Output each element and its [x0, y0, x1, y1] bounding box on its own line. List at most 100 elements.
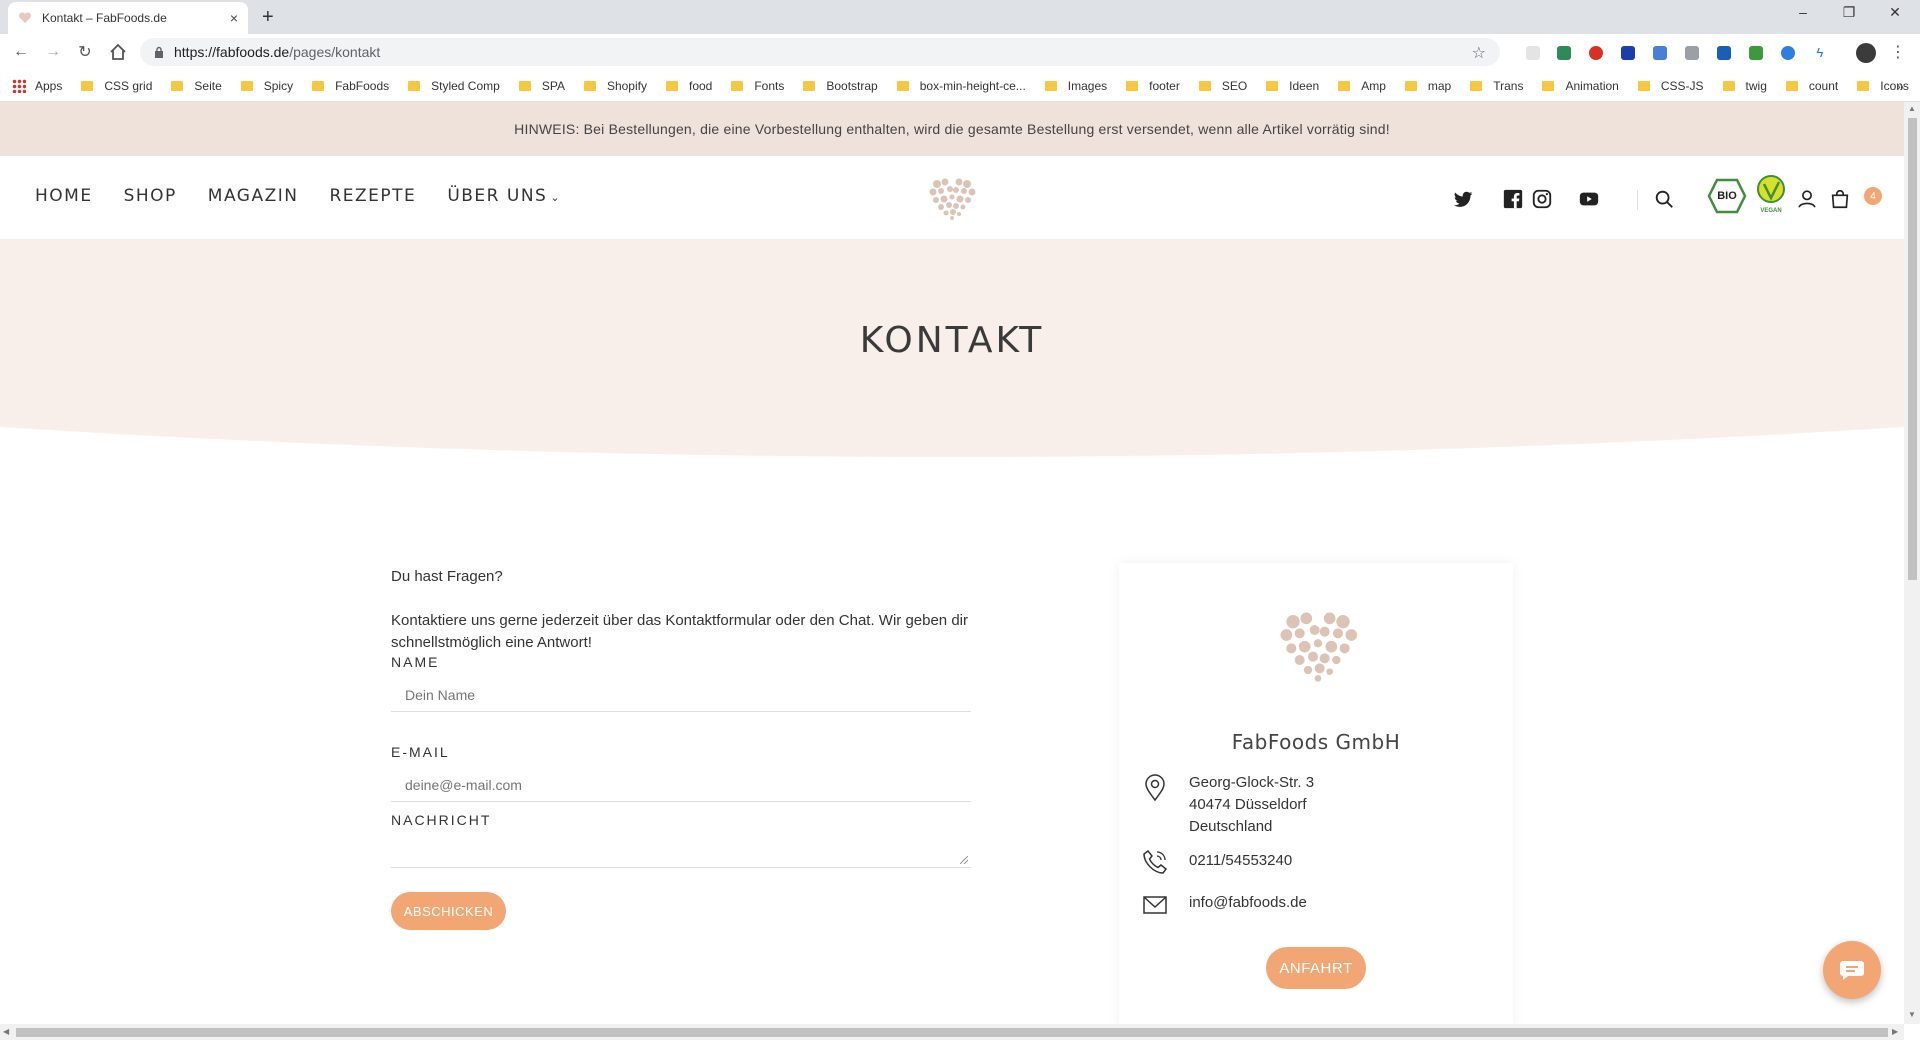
bookmark-label: Fonts [754, 78, 785, 93]
bookmark-apps[interactable]: Apps [12, 78, 62, 93]
cart-count-badge[interactable]: 4 [1864, 187, 1882, 205]
browser-tab[interactable]: Kontakt – FabFoods.de × [8, 2, 248, 34]
scroll-right-icon[interactable]: ▶ [1892, 1027, 1898, 1036]
facebook-icon[interactable] [1502, 188, 1524, 210]
bookmark-star-icon[interactable]: ☆ [1472, 43, 1486, 63]
nav-ueber-uns[interactable]: ÜBER UNS ⌄ [447, 186, 561, 206]
nav-shop[interactable]: SHOP [124, 186, 177, 206]
fabfoods-heart-logo[interactable] [925, 174, 979, 222]
bookmark-folder[interactable]: food [665, 79, 712, 93]
bookmark-folder[interactable]: Seite [171, 79, 222, 93]
twitter-icon[interactable] [1452, 188, 1474, 210]
bookmark-folder[interactable]: Fonts [731, 79, 784, 93]
bookmark-folder[interactable]: box-min-height-ce... [896, 79, 1026, 93]
scroll-down-icon[interactable]: ▼ [1908, 1010, 1916, 1019]
folder-icon [1338, 80, 1351, 91]
company-email[interactable]: info@fabfoods.de [1189, 892, 1307, 914]
company-card: FabFoods GmbH Georg-Glock-Str. 3 40474 D… [1119, 563, 1513, 1024]
bookmark-folder[interactable]: footer [1126, 79, 1180, 93]
horizontal-scroll-thumb[interactable] [16, 1028, 1888, 1037]
location-pin-icon [1145, 774, 1165, 802]
extension-icon[interactable] [1653, 46, 1667, 60]
bookmark-label: footer [1149, 78, 1180, 93]
route-button[interactable]: ANFAHRT [1266, 947, 1366, 989]
youtube-icon[interactable] [1578, 188, 1600, 210]
bookmark-folder[interactable]: CSS grid [81, 79, 152, 93]
bookmark-label: CSS grid [104, 78, 153, 93]
bookmark-folder[interactable]: FabFoods [312, 79, 389, 93]
minimize-icon[interactable]: – [1780, 4, 1826, 20]
bookmark-folder[interactable]: Trans [1470, 79, 1523, 93]
back-icon[interactable]: ← [11, 42, 31, 62]
extension-icon[interactable] [1621, 46, 1635, 60]
folder-icon [1044, 80, 1057, 91]
instagram-icon[interactable] [1531, 188, 1553, 210]
scroll-up-icon[interactable]: ▲ [1908, 104, 1916, 113]
bookmark-folder[interactable]: Images [1044, 79, 1107, 93]
bookmark-folder[interactable]: Styled Comp [408, 79, 500, 93]
bookmark-folder[interactable]: SPA [518, 79, 565, 93]
cart-icon[interactable] [1829, 188, 1851, 210]
lightning-extension-icon[interactable]: ϟ [1813, 46, 1827, 60]
bookmark-label: Ideen [1289, 78, 1320, 93]
bookmark-folder[interactable]: Amp [1338, 79, 1386, 93]
svg-text:BIO: BIO [1717, 190, 1737, 202]
bookmark-folder[interactable]: Spicy [240, 79, 293, 93]
bookmark-folder[interactable]: Bootstrap [803, 79, 878, 93]
horizontal-scrollbar[interactable]: ◀ ▶ [0, 1024, 1904, 1040]
restore-icon[interactable]: ❐ [1826, 4, 1872, 21]
bookmark-label: map [1427, 78, 1452, 93]
folder-icon [583, 80, 596, 91]
bookmark-folder[interactable]: Ideen [1266, 79, 1319, 93]
message-textarea[interactable] [391, 838, 971, 868]
textarea-resize-handle[interactable] [960, 856, 968, 864]
apps-grid-icon [12, 78, 26, 93]
vertical-scroll-thumb[interactable] [1908, 118, 1917, 580]
bookmark-folder[interactable]: count [1785, 79, 1838, 93]
address-bar[interactable]: https://fabfoods.de/pages/kontakt ☆ [140, 38, 1500, 66]
extension-icon[interactable] [1685, 46, 1699, 60]
company-name: FabFoods GmbH [1231, 730, 1401, 754]
folder-icon [518, 80, 531, 91]
extension-icon[interactable] [1589, 46, 1603, 60]
extension-icon[interactable] [1557, 46, 1571, 60]
account-icon[interactable] [1796, 188, 1818, 210]
bookmark-folder[interactable]: CSS-JS [1637, 79, 1704, 93]
email-input[interactable] [391, 768, 971, 802]
nav-home[interactable]: HOME [35, 186, 93, 206]
notice-bar: HINWEIS: Bei Bestellungen, die eine Vorb… [0, 102, 1904, 156]
bookmark-folder[interactable]: Animation [1542, 79, 1619, 93]
name-input[interactable] [391, 678, 971, 712]
extension-icon[interactable] [1749, 46, 1763, 60]
bookmarks-overflow-icon[interactable]: » [1896, 78, 1904, 94]
reload-icon[interactable]: ↻ [75, 42, 95, 62]
address-city: 40474 Düsseldorf [1189, 796, 1307, 813]
chat-launcher-button[interactable] [1823, 941, 1881, 999]
bookmark-folder[interactable]: SEO [1198, 79, 1247, 93]
menu-kebab-icon[interactable]: ⋮ [1888, 42, 1908, 62]
nav-rezepte[interactable]: REZEPTE [329, 186, 416, 206]
bookmark-folder[interactable]: map [1404, 78, 1452, 93]
company-phone[interactable]: 0211/54553240 [1189, 850, 1292, 872]
bookmark-folder[interactable]: twig [1722, 79, 1767, 93]
scroll-left-icon[interactable]: ◀ [3, 1027, 9, 1036]
extension-icon[interactable] [1526, 46, 1540, 60]
vertical-scrollbar[interactable]: ▲ ▼ [1904, 102, 1920, 1024]
extension-icon[interactable] [1781, 46, 1795, 60]
bookmark-folder[interactable]: Shopify [583, 78, 647, 93]
tab-close-icon[interactable]: × [230, 10, 238, 26]
search-icon[interactable] [1653, 188, 1675, 210]
contact-section: Du hast Fragen? Kontaktiere uns gerne je… [0, 462, 1904, 1024]
profile-avatar[interactable] [1856, 43, 1876, 63]
folder-icon [171, 80, 184, 91]
bookmark-label: Shopify [606, 78, 647, 93]
bookmark-label: FabFoods [335, 78, 390, 93]
home-icon[interactable] [108, 42, 128, 62]
extension-icon[interactable] [1717, 46, 1731, 60]
submit-button[interactable]: ABSCHICKEN [391, 892, 506, 930]
new-tab-button[interactable]: + [262, 6, 274, 29]
forward-icon[interactable]: → [43, 42, 63, 62]
nav-magazin[interactable]: MAGAZIN [208, 186, 299, 206]
folder-icon [731, 80, 744, 91]
close-window-icon[interactable]: ✕ [1872, 4, 1918, 21]
